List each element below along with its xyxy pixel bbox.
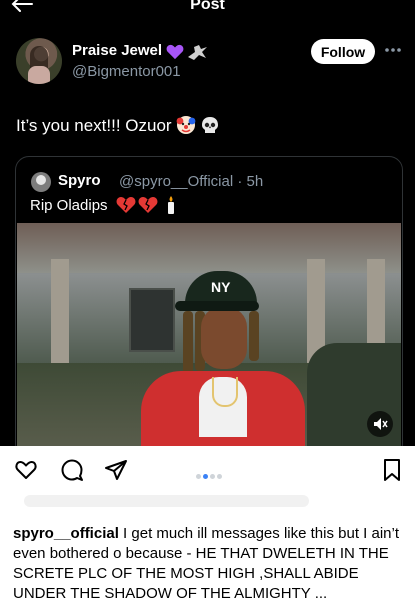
author-handle: @Bigmentor001	[72, 63, 181, 80]
post-body: It’s you next!!! Ozuor	[16, 116, 172, 135]
author-name[interactable]: Praise Jewel	[72, 42, 162, 59]
crow-icon	[188, 45, 207, 60]
quoted-post-text: Rip Oladips	[30, 197, 108, 214]
broken-heart-icon	[116, 197, 136, 213]
quoted-video[interactable]: NY	[17, 223, 401, 457]
clown-face-icon	[176, 116, 195, 134]
heart-icon[interactable]	[14, 458, 38, 482]
mute-icon[interactable]	[367, 411, 393, 437]
broken-heart-icon-2	[138, 197, 158, 213]
author-avatar[interactable]	[16, 38, 62, 84]
candle-icon	[168, 196, 174, 214]
skull-icon	[201, 117, 218, 133]
bookmark-icon[interactable]	[380, 458, 404, 482]
share-icon[interactable]	[104, 458, 128, 482]
quoted-author-handle: @spyro__Official · 5h	[119, 173, 264, 190]
carousel-dot	[196, 474, 201, 479]
carousel-dot	[217, 474, 222, 479]
carousel-dots	[195, 466, 223, 479]
follow-button[interactable]: Follow	[311, 39, 375, 64]
redacted-likes	[24, 495, 309, 507]
carousel-dot	[210, 474, 215, 479]
purple-heart-icon	[166, 44, 184, 60]
cap: NY	[175, 271, 259, 311]
top-bar: Post	[0, 0, 415, 22]
carousel-dot-active	[203, 474, 208, 479]
person-face	[201, 307, 247, 369]
quoted-author-avatar	[31, 172, 51, 192]
cap-logo: NY	[211, 279, 231, 295]
comment-icon[interactable]	[60, 458, 84, 482]
more-options-icon[interactable]	[383, 40, 403, 60]
instagram-panel: spyro__official I get much ill messages …	[0, 446, 415, 605]
post-text: It’s you next!!! Ozuor	[16, 115, 220, 136]
quoted-author-name: Spyro	[58, 172, 101, 189]
caption: spyro__official I get much ill messages …	[13, 524, 410, 604]
caption-username[interactable]: spyro__official	[13, 525, 119, 542]
page-title: Post	[190, 0, 225, 13]
quoted-post-card[interactable]: Spyro @spyro__Official · 5h Rip Oladips …	[15, 156, 403, 458]
